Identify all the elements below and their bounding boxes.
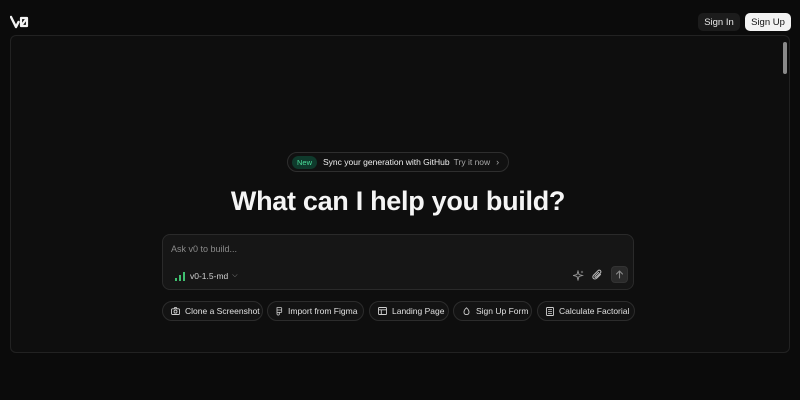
chip-sign-up-form[interactable]: Sign Up Form (453, 301, 532, 321)
chip-import-figma[interactable]: Import from Figma (267, 301, 364, 321)
chip-label: Landing Page (392, 306, 445, 316)
chevron-right-icon: › (496, 157, 500, 167)
chip-calculate-factorial[interactable]: Calculate Factorial (537, 301, 635, 321)
calculator-icon (546, 306, 554, 316)
scrollbar-thumb[interactable] (783, 42, 787, 74)
model-selector[interactable]: v0-1.5-md ⌵ (175, 270, 238, 282)
chip-label: Import from Figma (288, 306, 358, 316)
user-plus-icon (463, 306, 470, 315)
layout-icon (378, 307, 387, 315)
chip-label: Clone a Screenshot (185, 306, 260, 316)
main-panel: New Sync your generation with GitHub Try… (10, 35, 790, 353)
announcement-text: Sync your generation with GitHub (323, 157, 450, 167)
sparkle-icon[interactable] (573, 270, 584, 281)
camera-icon (171, 307, 180, 315)
chip-clone-screenshot[interactable]: Clone a Screenshot (162, 301, 263, 321)
try-it-now-link[interactable]: Try it now (454, 157, 491, 167)
figma-icon (276, 306, 283, 316)
paperclip-icon[interactable] (592, 269, 603, 281)
page-title: What can I help you build? (230, 186, 566, 216)
github-sync-announcement[interactable]: New Sync your generation with GitHub Try… (287, 152, 509, 172)
chevron-down-icon: ⌵ (232, 272, 238, 279)
sign-up-button[interactable]: Sign Up (745, 13, 791, 31)
chip-label: Calculate Factorial (559, 306, 630, 316)
signal-bars-icon (175, 271, 185, 281)
prompt-input[interactable] (171, 242, 611, 256)
send-button[interactable] (611, 266, 628, 283)
chip-landing-page[interactable]: Landing Page (369, 301, 449, 321)
prompt-box: v0-1.5-md ⌵ (162, 234, 634, 290)
suggestion-chips: Clone a Screenshot Import from Figma Lan… (162, 301, 642, 321)
sign-in-button[interactable]: Sign In (698, 13, 740, 31)
arrow-up-icon (615, 270, 624, 279)
v0-logo[interactable] (10, 14, 30, 30)
chip-label: Sign Up Form (476, 306, 529, 316)
model-name: v0-1.5-md (190, 271, 229, 281)
new-badge: New (292, 155, 318, 169)
